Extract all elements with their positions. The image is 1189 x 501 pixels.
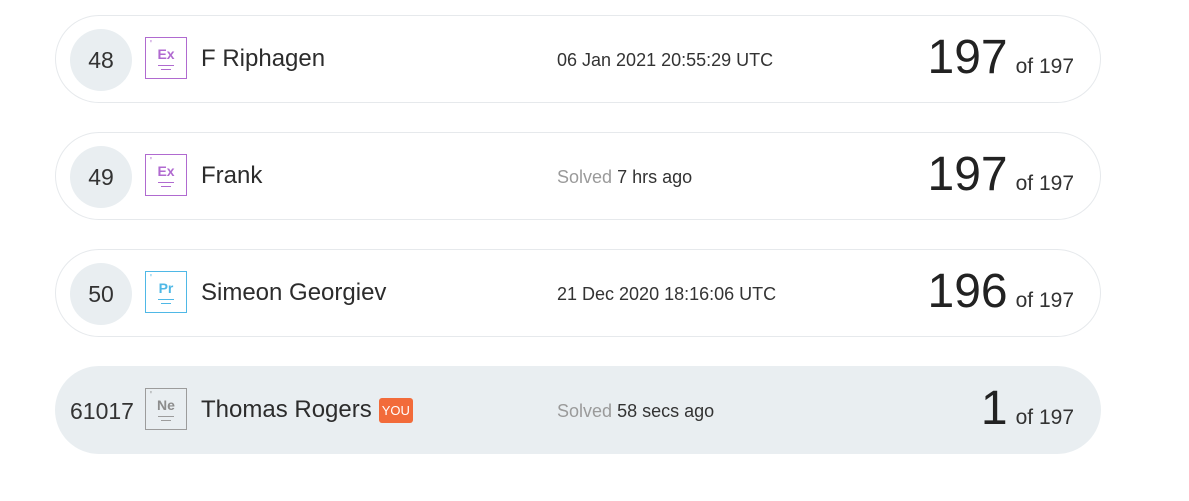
- solved-time: Solved 7 hrs ago: [557, 167, 692, 188]
- leaderboard-row[interactable]: 50 ' Pr Simeon Georgiev 21 Dec 2020 18:1…: [55, 249, 1101, 337]
- expert-level-badge-icon: ' Ex: [145, 154, 187, 196]
- score-value: 197: [927, 31, 1008, 84]
- expert-level-badge-icon: ' Ex: [145, 37, 187, 79]
- rank-number: 49: [70, 146, 132, 208]
- score: 197 of 197: [928, 30, 1074, 85]
- current-user-row[interactable]: 61017 ' Ne Thomas Rogers YOU Solved 58 s…: [55, 366, 1101, 454]
- score-total: of 197: [1015, 55, 1074, 78]
- score-total: of 197: [1015, 289, 1074, 312]
- rank-number: 50: [70, 263, 132, 325]
- solved-value: 7 hrs ago: [617, 167, 693, 187]
- rank-number: 48: [70, 29, 132, 91]
- solved-prefix: Solved: [557, 167, 613, 187]
- badge-symbol: Pr: [158, 280, 174, 296]
- badge-symbol: Ex: [157, 163, 175, 179]
- solved-time: Solved 58 secs ago: [557, 401, 714, 422]
- score-total: of 197: [1015, 406, 1074, 429]
- user-name[interactable]: Thomas Rogers YOU: [201, 396, 413, 424]
- badge-symbol: Ex: [157, 46, 175, 62]
- solved-time: 06 Jan 2021 20:55:29 UTC: [557, 50, 774, 70]
- score-value: 196: [927, 265, 1008, 318]
- score: 197 of 197: [928, 147, 1074, 202]
- leaderboard-row[interactable]: 48 ' Ex F Riphagen 06 Jan 2021 20:55:29 …: [55, 15, 1101, 103]
- rank-number: 61017: [70, 397, 134, 424]
- newbie-level-badge-icon: ' Ne: [145, 388, 187, 430]
- score-value: 1: [980, 382, 1008, 435]
- solved-prefix: Solved: [557, 401, 613, 421]
- solved-value: 58 secs ago: [617, 401, 715, 421]
- score-total: of 197: [1015, 172, 1074, 195]
- user-name[interactable]: F Riphagen: [201, 45, 325, 73]
- you-tag: YOU: [378, 397, 413, 423]
- badge-symbol: Ne: [157, 397, 175, 413]
- leaderboard-row[interactable]: 49 ' Ex Frank Solved 7 hrs ago 197 of 19…: [55, 132, 1101, 220]
- score-value: 197: [927, 148, 1008, 201]
- user-name[interactable]: Frank: [201, 162, 262, 190]
- solved-time: 21 Dec 2020 18:16:06 UTC: [557, 284, 777, 304]
- leaderboard-list: 48 ' Ex F Riphagen 06 Jan 2021 20:55:29 …: [55, 15, 1101, 483]
- score: 1 of 197: [981, 381, 1074, 436]
- proficient-level-badge-icon: ' Pr: [145, 271, 187, 313]
- score: 196 of 197: [928, 264, 1074, 319]
- user-name[interactable]: Simeon Georgiev: [201, 279, 386, 307]
